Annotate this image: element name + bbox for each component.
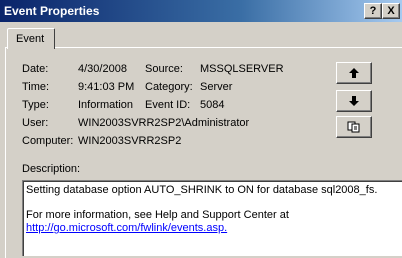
date-label-text: Date: — [22, 63, 49, 75]
help-button[interactable]: ? — [364, 3, 382, 19]
previous-event-button[interactable] — [336, 62, 372, 84]
next-event-button[interactable] — [336, 90, 372, 112]
date-label: Date: — [22, 62, 48, 76]
category-value: Server — [200, 81, 233, 93]
user-value: WIN2003SVRR2SP2\Administrator — [78, 117, 250, 129]
description-label: Description: — [22, 163, 81, 175]
event-id-label: Event ID: — [145, 99, 191, 111]
time-value: 9:41:03 PM — [78, 81, 135, 93]
computer-label: Computer: — [22, 135, 74, 147]
type-label: Type: — [22, 99, 49, 111]
title-bar[interactable]: Event Properties ? X — [0, 0, 402, 22]
help-link[interactable]: http://go.microsoft.com/fwlink/events.as… — [26, 221, 227, 235]
close-button[interactable]: X — [382, 3, 400, 19]
source-value: MSSQLSERVER — [200, 63, 284, 75]
copy-button[interactable] — [336, 116, 372, 138]
tab-event[interactable]: Event — [7, 28, 55, 49]
window-title: Event Properties — [4, 4, 100, 18]
up-arrow-icon — [349, 68, 359, 78]
type-value: Information — [78, 99, 134, 111]
copy-icon — [347, 121, 360, 133]
category-label: Category: — [145, 81, 193, 93]
user-label: User: — [22, 117, 49, 129]
down-arrow-icon — [349, 96, 359, 106]
description-line-1: Setting database option AUTO_SHRINK to O… — [26, 184, 378, 196]
date-value: 4/30/2008 — [78, 63, 127, 75]
event-id-value: 5084 — [200, 99, 225, 111]
tab-event-label: Event — [16, 33, 45, 45]
description-textbox[interactable]: Setting database option AUTO_SHRINK to O… — [22, 180, 402, 256]
computer-value: WIN2003SVRR2SP2 — [78, 135, 182, 147]
time-label: Time: — [22, 81, 50, 93]
source-label: Source: — [145, 63, 183, 75]
description-line-2: For more information, see Help and Suppo… — [26, 209, 289, 221]
